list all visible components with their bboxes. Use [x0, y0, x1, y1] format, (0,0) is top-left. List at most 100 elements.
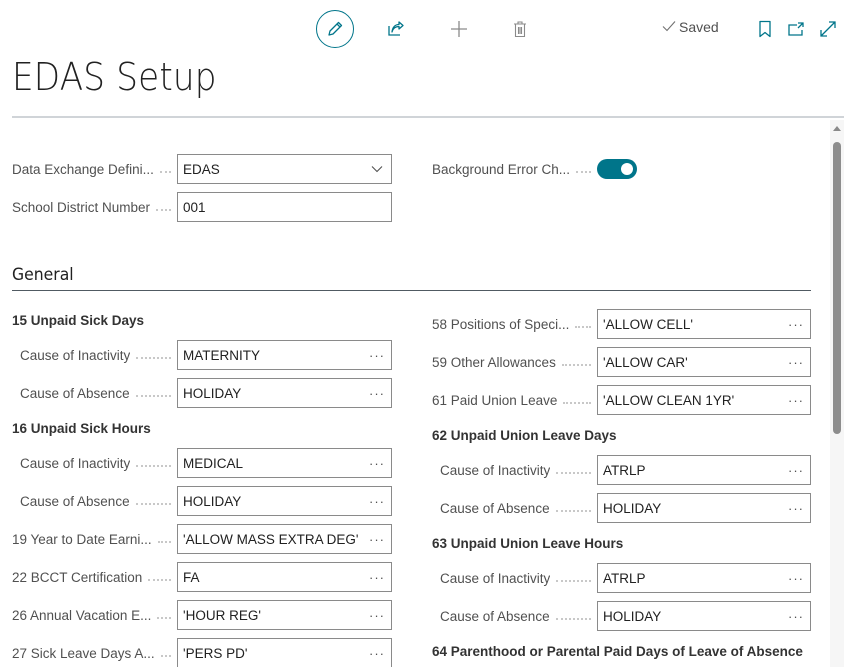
edit-button[interactable] [316, 10, 354, 48]
lookup-ellipsis-icon[interactable]: ··· [782, 393, 810, 408]
lookup-ellipsis-icon[interactable]: ··· [782, 571, 810, 586]
lookup-ellipsis-icon[interactable]: ··· [782, 317, 810, 332]
group-15-inactivity-input[interactable]: MATERNITY ··· [177, 340, 392, 370]
group-62-inactivity-input[interactable]: ATRLP ··· [597, 455, 811, 485]
label-leader [157, 617, 171, 619]
data-exchange-select[interactable]: EDAS [177, 154, 392, 184]
field-26-input[interactable]: 'HOUR REG' ··· [177, 600, 392, 630]
field-58: 58 Positions of Speci... [432, 309, 597, 339]
lookup-ellipsis-icon[interactable]: ··· [363, 348, 391, 363]
lookup-ellipsis-icon[interactable]: ··· [782, 609, 810, 624]
bookmark-button[interactable] [754, 17, 776, 41]
field-label: Cause of Inactivity [440, 462, 551, 478]
trash-icon [512, 20, 528, 38]
background-error-label: Background Error Ch... [432, 161, 571, 177]
field-61-input[interactable]: 'ALLOW CLEAN 1YR' ··· [597, 385, 811, 415]
share-button[interactable] [384, 17, 408, 41]
lookup-ellipsis-icon[interactable]: ··· [363, 386, 391, 401]
field-value: 'ALLOW CLEAN 1YR' [603, 392, 735, 408]
label-leader [136, 465, 171, 467]
label-leader [135, 503, 171, 505]
title-divider [12, 116, 844, 118]
scroll-thumb[interactable] [833, 142, 841, 434]
field-19-input[interactable]: 'ALLOW MASS EXTRA DEG' ··· [177, 524, 392, 554]
field-label: Cause of Absence [440, 500, 550, 516]
field-label: 61 Paid Union Leave [432, 392, 558, 408]
field-label: 22 BCCT Certification [12, 569, 143, 585]
data-exchange-field: Data Exchange Defini... [12, 154, 177, 184]
field-label: Cause of Absence [20, 385, 130, 401]
expand-icon [819, 20, 837, 38]
group-15-absence-field: Cause of Absence [20, 378, 177, 408]
label-leader [556, 580, 591, 582]
action-bar: Saved [0, 0, 856, 58]
data-exchange-label: Data Exchange Defini... [12, 161, 154, 177]
lookup-ellipsis-icon[interactable]: ··· [363, 570, 391, 585]
group-16-absence-field: Cause of Absence [20, 486, 177, 516]
lookup-ellipsis-icon[interactable]: ··· [363, 608, 391, 623]
lookup-ellipsis-icon[interactable]: ··· [363, 532, 391, 547]
field-59-input[interactable]: 'ALLOW CAR' ··· [597, 347, 811, 377]
field-label: 58 Positions of Speci... [432, 316, 570, 332]
field-label: 27 Sick Leave Days A... [12, 645, 155, 661]
open-new-window-button[interactable] [785, 17, 807, 41]
chevron-down-icon[interactable] [363, 165, 391, 173]
group-16-absence-input[interactable]: HOLIDAY ··· [177, 486, 392, 516]
field-label: 26 Annual Vacation E... [12, 607, 152, 623]
plus-icon [450, 20, 468, 38]
group-62-absence-input[interactable]: HOLIDAY ··· [597, 493, 811, 523]
vertical-scrollbar[interactable] [830, 120, 844, 667]
group-62-inactivity-field: Cause of Inactivity [440, 455, 597, 485]
group-15-absence-input[interactable]: HOLIDAY ··· [177, 378, 392, 408]
field-value: 'ALLOW CAR' [603, 354, 688, 370]
field-label: Cause of Inactivity [440, 570, 551, 586]
checkmark-icon [662, 19, 676, 35]
group-63-header: 63 Unpaid Union Leave Hours [432, 536, 624, 551]
field-22: 22 BCCT Certification [12, 562, 177, 592]
group-15-inactivity-field: Cause of Inactivity [20, 340, 177, 370]
field-27: 27 Sick Leave Days A... [12, 638, 177, 667]
field-value: 'ALLOW MASS EXTRA DEG' [183, 531, 359, 547]
lookup-ellipsis-icon[interactable]: ··· [782, 501, 810, 516]
page-title: EDAS Setup [12, 55, 217, 99]
field-22-input[interactable]: FA ··· [177, 562, 392, 592]
label-leader [160, 655, 171, 657]
group-62-absence-field: Cause of Absence [440, 493, 597, 523]
field-19: 19 Year to Date Earni... [12, 524, 177, 554]
field-value: 'HOUR REG' [183, 607, 261, 623]
edit-icon [326, 20, 344, 38]
label-leader [575, 326, 591, 328]
field-58-input[interactable]: 'ALLOW CELL' ··· [597, 309, 811, 339]
label-leader [576, 171, 591, 173]
lookup-ellipsis-icon[interactable]: ··· [782, 355, 810, 370]
field-value: FA [183, 569, 200, 585]
lookup-ellipsis-icon[interactable]: ··· [363, 456, 391, 471]
group-64-header: 64 Parenthood or Parental Paid Days of L… [432, 644, 803, 659]
field-value: 'PERS PD' [183, 645, 248, 661]
group-16-inactivity-field: Cause of Inactivity [20, 448, 177, 478]
label-leader [555, 510, 591, 512]
new-button[interactable] [447, 17, 471, 41]
field-61: 61 Paid Union Leave [432, 385, 597, 415]
group-16-inactivity-input[interactable]: MEDICAL ··· [177, 448, 392, 478]
school-district-input[interactable]: 001 [177, 192, 392, 222]
field-value: ATRLP [603, 462, 646, 478]
expand-button[interactable] [817, 17, 839, 41]
toggle-knob [621, 163, 633, 175]
group-63-absence-input[interactable]: HOLIDAY ··· [597, 601, 811, 631]
lookup-ellipsis-icon[interactable]: ··· [782, 463, 810, 478]
field-value: ATRLP [603, 570, 646, 586]
field-value: MATERNITY [183, 347, 260, 363]
background-error-toggle[interactable] [597, 159, 637, 179]
delete-button[interactable] [508, 17, 532, 41]
lookup-ellipsis-icon[interactable]: ··· [363, 646, 391, 661]
label-leader [148, 579, 171, 581]
group-63-inactivity-input[interactable]: ATRLP ··· [597, 563, 811, 593]
lookup-ellipsis-icon[interactable]: ··· [363, 494, 391, 509]
saved-label: Saved [679, 19, 719, 35]
field-value: HOLIDAY [183, 385, 242, 401]
general-section-title[interactable]: General [12, 265, 74, 285]
scroll-up-arrow-icon[interactable] [833, 126, 841, 131]
field-27-input[interactable]: 'PERS PD' ··· [177, 638, 392, 667]
group-63-inactivity-field: Cause of Inactivity [440, 563, 597, 593]
